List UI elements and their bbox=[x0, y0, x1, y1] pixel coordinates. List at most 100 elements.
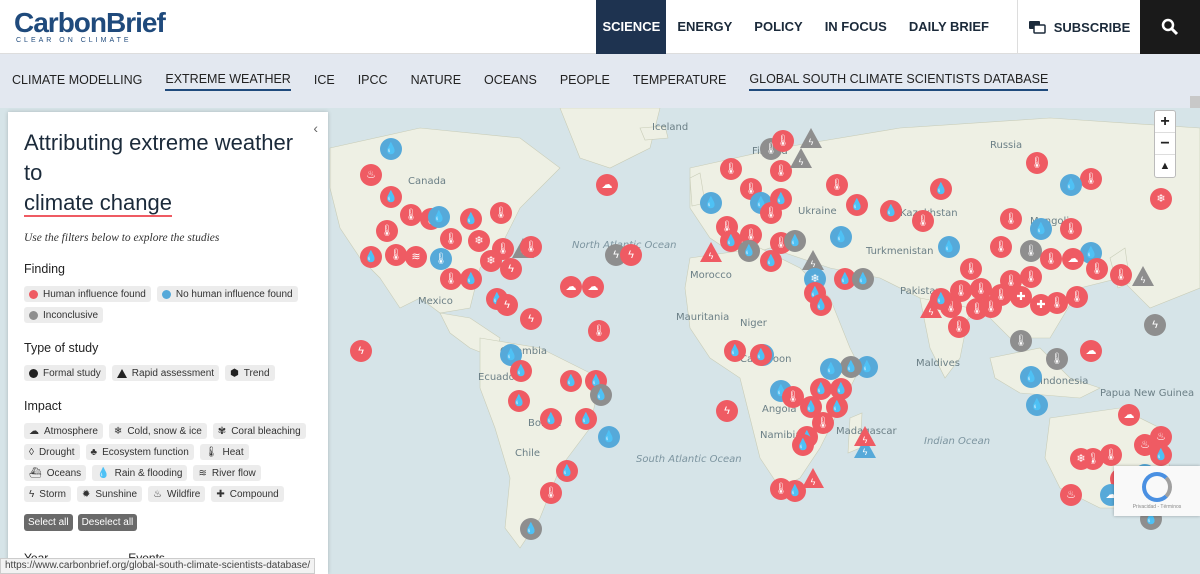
study-marker[interactable]: 🌡 bbox=[1060, 218, 1082, 240]
subnav-climate-modelling[interactable]: CLIMATE MODELLING bbox=[12, 72, 142, 90]
study-marker[interactable]: 💧 bbox=[938, 236, 960, 258]
study-marker[interactable]: ϟ bbox=[920, 298, 942, 320]
study-marker[interactable]: 💧 bbox=[700, 192, 722, 214]
study-marker[interactable]: ϟ bbox=[500, 258, 522, 280]
filter-no-human-influence[interactable]: No human influence found bbox=[156, 286, 298, 302]
study-marker[interactable]: 💧 bbox=[560, 370, 582, 392]
study-marker[interactable]: 🌡 bbox=[960, 258, 982, 280]
study-marker[interactable]: ☁ bbox=[1118, 404, 1140, 426]
study-marker[interactable]: 🌡 bbox=[990, 236, 1012, 258]
study-marker[interactable]: ✚ bbox=[1010, 286, 1032, 308]
study-marker[interactable]: 💧 bbox=[1060, 174, 1082, 196]
study-marker[interactable]: 💧 bbox=[792, 434, 814, 456]
filter-inconclusive[interactable]: Inconclusive bbox=[24, 307, 104, 323]
study-marker[interactable]: 🌡 bbox=[1010, 330, 1032, 352]
study-marker[interactable]: 💧 bbox=[460, 268, 482, 290]
study-marker[interactable]: ❄ bbox=[480, 250, 502, 272]
subnav-oceans[interactable]: OCEANS bbox=[484, 72, 537, 90]
study-marker[interactable]: 💧 bbox=[540, 408, 562, 430]
study-marker[interactable]: ❄ bbox=[1150, 188, 1172, 210]
deselect-all-button[interactable]: Deselect all bbox=[77, 514, 138, 531]
study-marker[interactable]: ϟ bbox=[700, 242, 722, 264]
study-marker[interactable]: 💧 bbox=[852, 268, 874, 290]
nav-energy[interactable]: ENERGY bbox=[666, 0, 743, 54]
study-marker[interactable]: 🌡 bbox=[770, 160, 792, 182]
subnav-ice[interactable]: ICE bbox=[314, 72, 335, 90]
study-marker[interactable]: 🌡 bbox=[948, 316, 970, 338]
study-marker[interactable]: ☁ bbox=[596, 174, 618, 196]
filter-human-influence[interactable]: Human influence found bbox=[24, 286, 151, 302]
subnav-temperature[interactable]: TEMPERATURE bbox=[633, 72, 727, 90]
study-marker[interactable]: 🌡 bbox=[1086, 258, 1108, 280]
study-marker[interactable]: ❄ bbox=[468, 230, 490, 252]
subnav-extreme-weather[interactable]: EXTREME WEATHER bbox=[165, 71, 291, 91]
carbonbrief-logo[interactable]: CarbonBrief CLEAR ON CLIMATE bbox=[14, 8, 166, 45]
study-marker[interactable]: 🌡 bbox=[1110, 264, 1132, 286]
filter-rapid-assessment[interactable]: Rapid assessment bbox=[111, 365, 220, 381]
study-marker[interactable]: ☁ bbox=[1080, 340, 1102, 362]
study-marker[interactable]: 🌡 bbox=[1020, 240, 1042, 262]
filter-coral-bleaching[interactable]: ✾ Coral bleaching bbox=[212, 423, 306, 439]
study-marker[interactable]: 💧 bbox=[460, 208, 482, 230]
study-marker[interactable]: 💧 bbox=[724, 340, 746, 362]
study-marker[interactable]: 💧 bbox=[1150, 444, 1172, 466]
study-marker[interactable]: 🌡 bbox=[540, 482, 562, 504]
nav-daily-brief[interactable]: DAILY BRIEF bbox=[898, 0, 1000, 54]
study-marker[interactable]: 💧 bbox=[428, 206, 450, 228]
study-marker[interactable]: 💧 bbox=[830, 226, 852, 248]
study-marker[interactable]: ϟ bbox=[1144, 314, 1166, 336]
study-marker[interactable]: 💧 bbox=[556, 460, 578, 482]
filter-river-flow[interactable]: ≋ River flow bbox=[193, 465, 261, 481]
study-marker[interactable]: 🌡 bbox=[588, 320, 610, 342]
study-marker[interactable]: 💧 bbox=[575, 408, 597, 430]
study-marker[interactable]: ☁ bbox=[1062, 248, 1084, 270]
study-marker[interactable]: 💧 bbox=[360, 246, 382, 268]
study-marker[interactable]: 🌡 bbox=[520, 236, 542, 258]
filter-sunshine[interactable]: ✹ Sunshine bbox=[76, 486, 143, 502]
study-marker[interactable]: 💧 bbox=[840, 356, 862, 378]
study-marker[interactable]: 💧 bbox=[770, 188, 792, 210]
study-marker[interactable]: 💧 bbox=[520, 518, 542, 540]
nav-policy[interactable]: POLICY bbox=[743, 0, 813, 54]
filter-atmosphere[interactable]: ☁ Atmosphere bbox=[24, 423, 103, 439]
study-marker[interactable]: 🌡 bbox=[440, 228, 462, 250]
subnav-global-south-database[interactable]: GLOBAL SOUTH CLIMATE SCIENTISTS DATABASE bbox=[749, 71, 1049, 91]
subnav-ipcc[interactable]: IPCC bbox=[358, 72, 388, 90]
study-marker[interactable]: 🌡 bbox=[826, 174, 848, 196]
study-marker[interactable]: 🌡 bbox=[912, 210, 934, 232]
study-marker[interactable]: ♨ bbox=[1060, 484, 1082, 506]
study-marker[interactable]: 💧 bbox=[820, 358, 842, 380]
study-marker[interactable]: 💧 bbox=[738, 240, 760, 262]
study-marker[interactable]: 🌡 bbox=[440, 268, 462, 290]
study-marker[interactable]: 💧 bbox=[760, 250, 782, 272]
study-marker[interactable]: ϟ bbox=[716, 400, 738, 422]
study-marker[interactable]: 🌡 bbox=[400, 204, 422, 226]
study-marker[interactable]: 🌡 bbox=[720, 158, 742, 180]
filter-formal-study[interactable]: Formal study bbox=[24, 365, 106, 381]
zoom-out-button[interactable]: − bbox=[1155, 133, 1175, 155]
reset-north-button[interactable]: ▲ bbox=[1155, 155, 1175, 177]
recaptcha-badge[interactable]: Privacidad - Términos bbox=[1114, 466, 1200, 516]
study-marker[interactable]: 💧 bbox=[810, 294, 832, 316]
study-marker[interactable]: 🌡 bbox=[1046, 348, 1068, 370]
study-marker[interactable]: ❄ bbox=[1070, 448, 1092, 470]
study-marker[interactable]: 💧 bbox=[510, 360, 532, 382]
study-marker[interactable]: 💧 bbox=[880, 200, 902, 222]
study-marker[interactable]: 💧 bbox=[784, 230, 806, 252]
filter-oceans[interactable]: ⛴ Oceans bbox=[24, 465, 87, 481]
study-marker[interactable]: ≋ bbox=[405, 246, 427, 268]
nav-in-focus[interactable]: IN FOCUS bbox=[814, 0, 898, 54]
filter-ecosystem-function[interactable]: ♣ Ecosystem function bbox=[85, 444, 194, 460]
subnav-nature[interactable]: NATURE bbox=[411, 72, 461, 90]
study-marker[interactable]: ϟ bbox=[854, 426, 876, 448]
zoom-in-button[interactable]: + bbox=[1155, 111, 1175, 133]
study-marker[interactable]: 🌡 bbox=[1000, 208, 1022, 230]
study-marker[interactable]: 🌡 bbox=[385, 244, 407, 266]
study-marker[interactable]: 💧 bbox=[508, 390, 530, 412]
filter-storm[interactable]: ϟ Storm bbox=[24, 486, 71, 502]
search-button[interactable] bbox=[1140, 0, 1200, 54]
study-marker[interactable]: 💧 bbox=[930, 178, 952, 200]
filter-compound[interactable]: ✚ Compound bbox=[211, 486, 284, 502]
study-marker[interactable]: 🌡 bbox=[772, 130, 794, 152]
study-marker[interactable]: 💧 bbox=[590, 384, 612, 406]
